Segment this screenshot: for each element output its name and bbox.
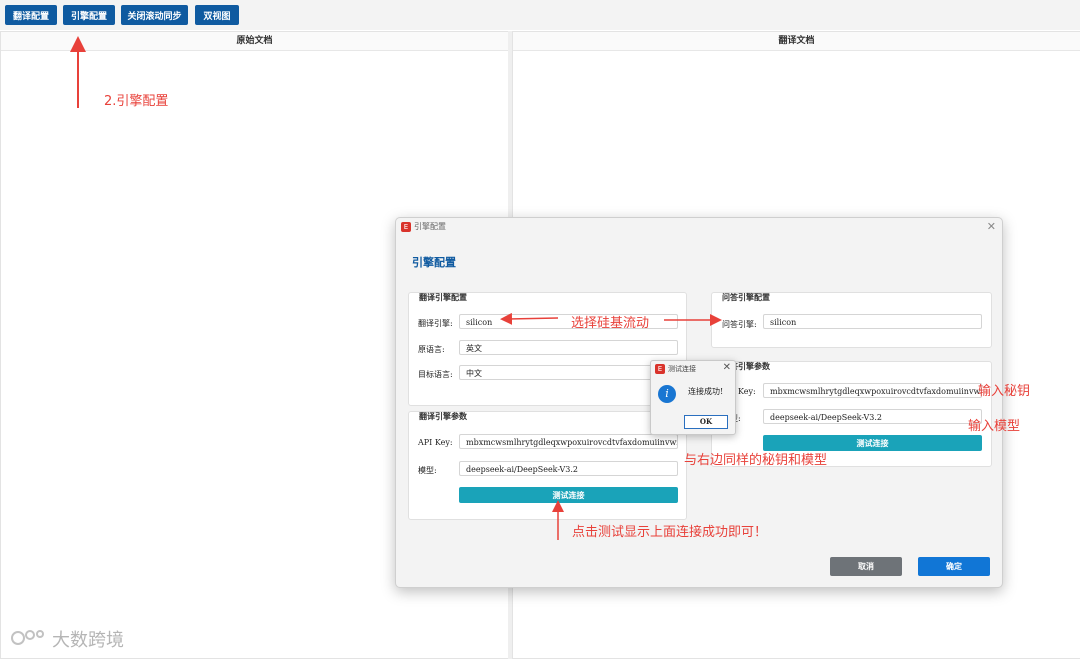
qa-model-input[interactable]: deepseek-ai/DeepSeek-V3.2	[763, 409, 982, 424]
annotation-enter-key: 输入秘钥	[978, 384, 1031, 399]
info-icon: i	[658, 385, 676, 403]
translate-params-group: 翻译引擎参数 API Key: mbxmcwsmlhrytgdleqxwpoxu…	[408, 411, 687, 520]
translate-test-connection-button[interactable]: 测试连接	[459, 487, 678, 503]
qa-api-key-input[interactable]: mbxmcwsmlhrytgdleqxwpoxuirovcdtvfaxdomui…	[763, 383, 982, 398]
annotation-select-engine: 选择硅基流动	[571, 316, 650, 331]
translate-params-group-title: 翻译引擎参数	[419, 411, 467, 421]
qa-engine-group: 问答引擎配置 问答引擎: silicon	[711, 292, 992, 348]
source-language-label: 原语言:	[418, 345, 445, 354]
message-close-icon[interactable]: ✕	[723, 362, 731, 373]
translate-api-key-input[interactable]: mbxmcwsmlhrytgdleqxwpoxuirovcdtvfaxdomui…	[459, 434, 678, 449]
original-document-title: 原始文档	[1, 32, 508, 51]
translate-engine-group-title: 翻译引擎配置	[419, 292, 467, 302]
translated-document-title: 翻译文档	[513, 32, 1080, 51]
qa-engine-label: 问答引擎:	[722, 320, 757, 329]
message-app-logo-icon: E	[655, 364, 665, 374]
annotation-step2: 2.引擎配置	[104, 94, 169, 109]
message-title: 测试连接	[668, 365, 696, 373]
close-icon[interactable]: ✕	[987, 220, 996, 233]
dialog-heading: 引擎配置	[412, 256, 456, 269]
message-text: 连接成功!	[688, 387, 724, 396]
engine-config-button[interactable]: 引擎配置	[63, 5, 115, 25]
source-language-select[interactable]: 英文	[459, 340, 678, 355]
translate-engine-group: 翻译引擎配置 翻译引擎: silicon 原语言: 英文 目标语言: 中文	[408, 292, 687, 406]
cancel-button[interactable]: 取消	[830, 557, 902, 576]
watermark-text: 大数跨境	[52, 630, 124, 651]
toolbar: 翻译配置 引擎配置 关闭滚动同步 双视图	[0, 0, 1080, 30]
message-ok-button[interactable]: OK	[684, 415, 728, 429]
dialog-titlebar: E 引擎配置 ✕	[396, 218, 1002, 236]
annotation-same-as-right: 与右边同样的秘钥和模型	[684, 453, 828, 468]
qa-api-key-label: Key:	[738, 387, 756, 396]
translate-api-key-label: API Key:	[418, 438, 453, 447]
annotation-enter-model: 输入模型	[968, 419, 1021, 434]
dialog-window-title: 引擎配置	[414, 222, 446, 231]
translate-engine-label: 翻译引擎:	[418, 319, 453, 328]
test-connection-message-box: E 测试连接 ✕ i 连接成功! OK	[650, 360, 736, 435]
target-language-select[interactable]: 中文	[459, 365, 678, 380]
app-logo-icon: E	[401, 222, 411, 232]
dual-view-button[interactable]: 双视图	[195, 5, 239, 25]
translate-model-label: 模型:	[418, 466, 437, 475]
target-language-label: 目标语言:	[418, 370, 453, 379]
ok-button[interactable]: 确定	[918, 557, 990, 576]
translate-model-input[interactable]: deepseek-ai/DeepSeek-V3.2	[459, 461, 678, 476]
watermark-logo-icon	[11, 630, 44, 645]
toggle-scroll-sync-button[interactable]: 关闭滚动同步	[121, 5, 188, 25]
qa-engine-group-title: 问答引擎配置	[722, 292, 770, 302]
qa-engine-select[interactable]: silicon	[763, 314, 982, 329]
annotation-click-test: 点击测试显示上面连接成功即可！	[572, 525, 768, 540]
translate-config-button[interactable]: 翻译配置	[5, 5, 57, 25]
